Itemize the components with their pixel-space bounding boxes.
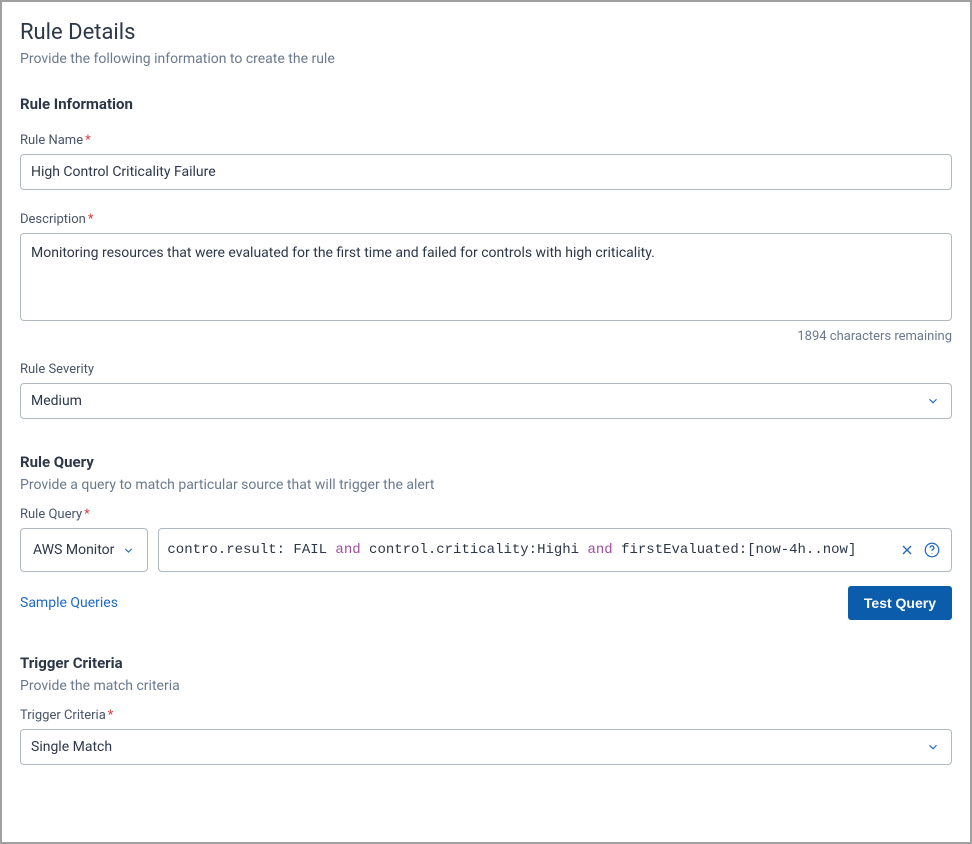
help-icon[interactable] <box>923 541 941 559</box>
section-rule-query-subtitle: Provide a query to match particular sour… <box>20 477 952 493</box>
trigger-criteria-label: Trigger Criteria* <box>20 708 952 723</box>
test-query-button[interactable]: Test Query <box>848 586 952 620</box>
rule-severity-label: Rule Severity <box>20 362 952 377</box>
rule-query-label: Rule Query* <box>20 507 952 522</box>
description-label: Description* <box>20 212 952 227</box>
required-asterisk: * <box>84 507 90 522</box>
page-title: Rule Details <box>20 20 952 45</box>
chevron-down-icon <box>122 544 135 557</box>
required-asterisk: * <box>88 212 94 227</box>
section-rule-information-title: Rule Information <box>20 95 952 113</box>
sample-queries-link[interactable]: Sample Queries <box>20 595 118 611</box>
chars-remaining: 1894 characters remaining <box>20 329 952 344</box>
query-text: contro.result: FAIL and control.critical… <box>167 542 891 558</box>
rule-severity-select[interactable]: Medium <box>20 383 952 419</box>
rule-name-input[interactable] <box>20 154 952 190</box>
section-trigger-criteria-title: Trigger Criteria <box>20 654 952 672</box>
query-input[interactable]: contro.result: FAIL and control.critical… <box>158 528 952 572</box>
rule-name-label: Rule Name* <box>20 133 952 148</box>
required-asterisk: * <box>85 133 91 148</box>
section-rule-query-title: Rule Query <box>20 453 952 471</box>
trigger-criteria-select[interactable]: Single Match <box>20 729 952 765</box>
clear-icon[interactable] <box>899 542 915 558</box>
section-trigger-criteria-subtitle: Provide the match criteria <box>20 678 952 694</box>
page-subtitle: Provide the following information to cre… <box>20 51 952 67</box>
query-source-select[interactable]: AWS Monitor <box>20 528 148 572</box>
description-textarea[interactable] <box>20 233 952 321</box>
required-asterisk: * <box>108 708 114 723</box>
